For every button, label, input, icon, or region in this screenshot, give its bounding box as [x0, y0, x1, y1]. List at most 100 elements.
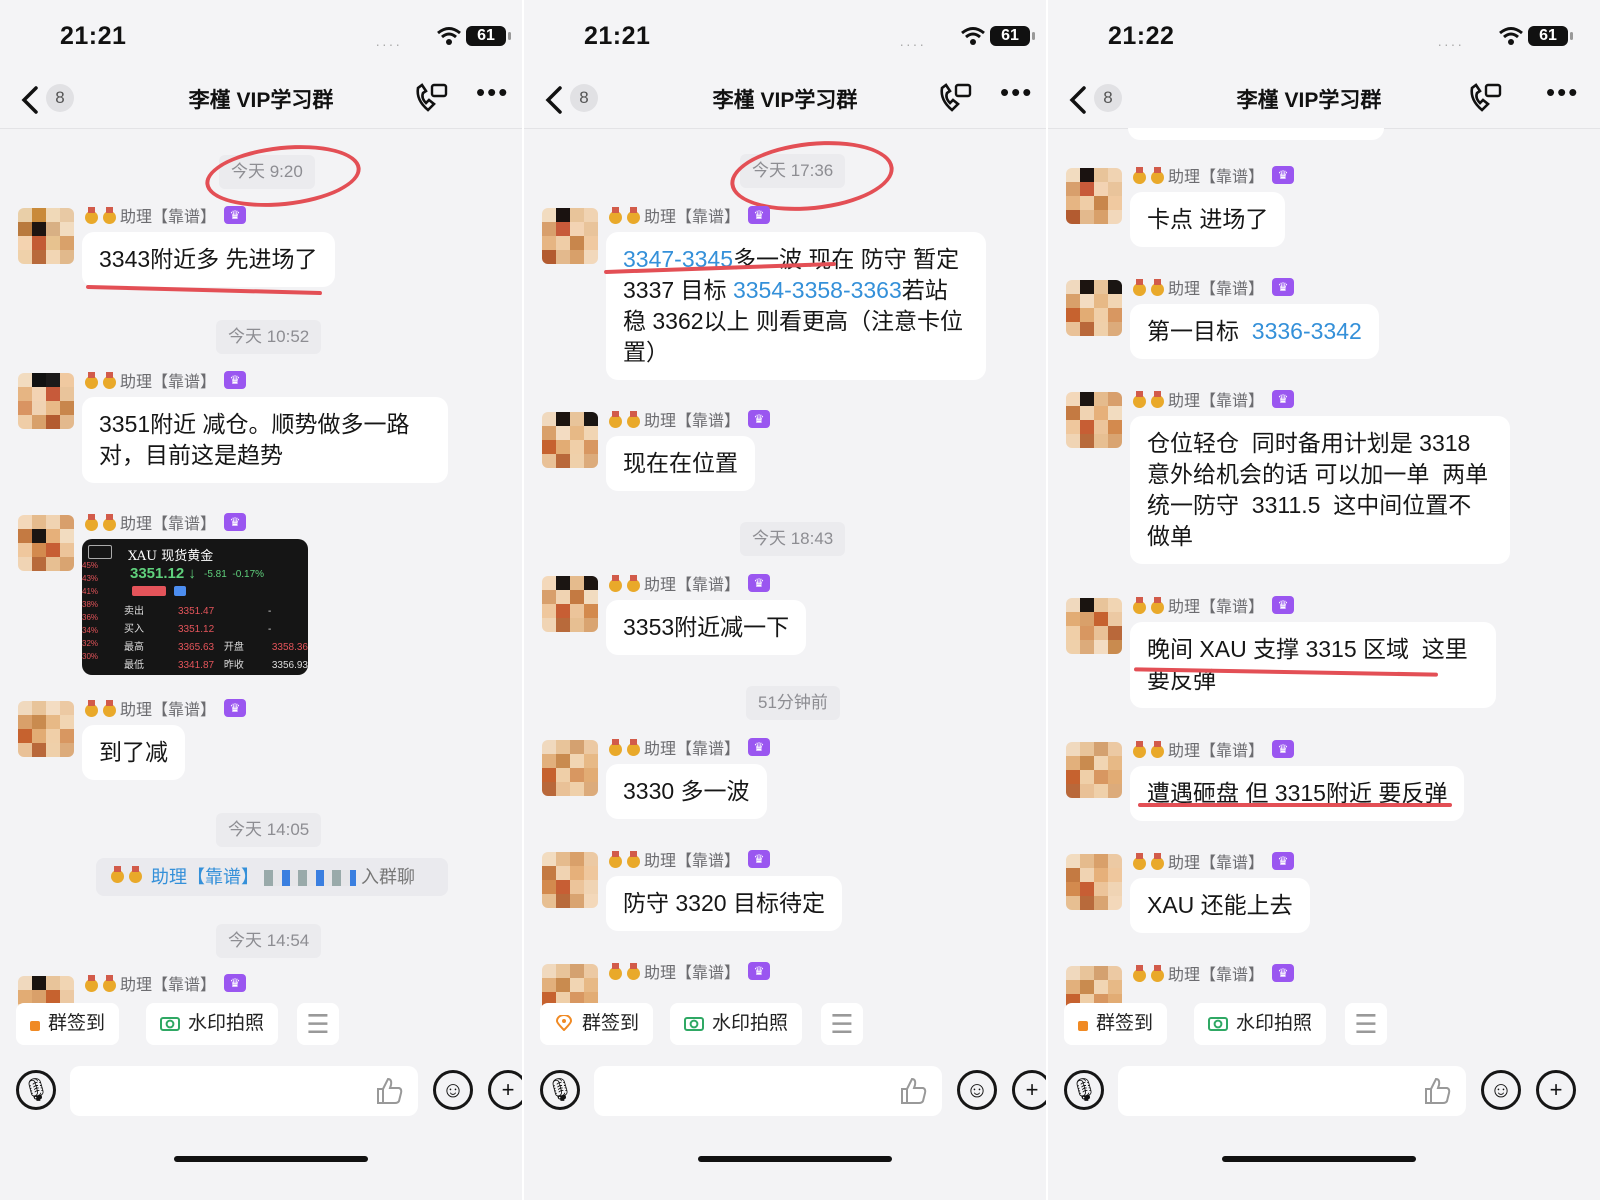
- avatar[interactable]: [542, 576, 598, 632]
- medal-icon: [1150, 166, 1165, 184]
- thumbs-up-icon[interactable]: [1422, 1076, 1452, 1106]
- medal-icon: [1132, 740, 1147, 758]
- avatar[interactable]: [18, 208, 74, 264]
- vip-crown-icon: ♛: [1272, 166, 1295, 184]
- quote-row-extra: 昨收: [223, 660, 244, 671]
- medal-icon: [1132, 166, 1147, 184]
- price-range-link[interactable]: 3354-3358-3363: [733, 277, 902, 303]
- quote-price-value: 3351.12: [130, 565, 185, 582]
- emoji-icon[interactable]: ☺: [433, 1070, 473, 1110]
- message-bubble[interactable]: 仓位轻仓 同时备用计划是 3318 意外给机会的话 可以加一单 两单 统一防守 …: [1130, 416, 1510, 564]
- sender-name: 助理【靠谱】 ♛: [84, 202, 247, 228]
- message-input[interactable]: [1118, 1066, 1466, 1116]
- avatar[interactable]: [1066, 742, 1122, 798]
- sender-name: 助理【靠谱】 ♛: [608, 406, 771, 432]
- message-input[interactable]: [70, 1066, 418, 1116]
- avatar[interactable]: [1066, 392, 1122, 448]
- group-checkin-button[interactable]: 群签到: [16, 1003, 120, 1045]
- cellular-signal-icon: ····: [899, 36, 926, 52]
- quick-action-bar: 群签到 水印拍照 ☰: [524, 995, 1046, 1053]
- avatar[interactable]: [1066, 280, 1122, 336]
- join-notice-sender[interactable]: 助理【靠谱】: [151, 867, 259, 887]
- medal-icon: [102, 206, 117, 224]
- medal-icon: [102, 513, 117, 531]
- more-quick-actions-button[interactable]: ☰: [1345, 1003, 1387, 1045]
- medal-icon: [1150, 278, 1165, 296]
- message-bubble[interactable]: 防守 3320 目标待定: [606, 876, 842, 931]
- message-bubble[interactable]: 晚间 XAU 支撑 3315 区域 这里要反弹: [1130, 622, 1496, 708]
- group-call-icon[interactable]: [936, 80, 974, 116]
- medal-icon: [626, 738, 641, 756]
- more-quick-actions-button[interactable]: ☰: [297, 1003, 339, 1045]
- watermark-photo-button[interactable]: 水印拍照: [1194, 1003, 1327, 1045]
- gold-quote-screenshot-image[interactable]: 45% 43% 41% 38% 36% 34% 32% 30% XAU 现货黄金…: [82, 539, 308, 675]
- vip-crown-icon: ♛: [224, 371, 247, 389]
- watermark-photo-button[interactable]: 水印拍照: [146, 1003, 279, 1045]
- avatar[interactable]: [542, 208, 598, 264]
- medal-icon: [626, 410, 641, 428]
- avatar[interactable]: [542, 852, 598, 908]
- more-options-icon[interactable]: •••: [1000, 79, 1038, 110]
- emoji-icon[interactable]: ☺: [957, 1070, 997, 1110]
- more-quick-actions-button[interactable]: ☰: [821, 1003, 863, 1045]
- avatar[interactable]: [18, 701, 74, 757]
- group-checkin-button[interactable]: 群签到: [1064, 1003, 1168, 1045]
- voice-input-icon[interactable]: 🎙: [1064, 1070, 1104, 1110]
- group-call-icon[interactable]: [412, 80, 450, 116]
- message-list[interactable]: 助理【靠谱】 ♛ 卡点 进场了 助理【靠谱】 ♛ 第一目标 3336-3342 助理…: [1048, 128, 1600, 1008]
- watermark-photo-button[interactable]: 水印拍照: [670, 1003, 803, 1045]
- message-bubble[interactable]: 3351附近 减仓。顺势做多一路对，目前这是趋势: [82, 397, 448, 483]
- message-bubble[interactable]: 3353附近减一下: [606, 600, 807, 655]
- message-bubble[interactable]: 3343附近多 先进场了: [82, 232, 335, 287]
- pixelated-name-icon: [264, 870, 357, 886]
- voice-input-icon[interactable]: 🎙: [16, 1070, 56, 1110]
- message-bubble[interactable]: 3347-3345多一波 现在 防守 暂定3337 目标 3354-3358-3…: [606, 232, 986, 380]
- emoji-icon[interactable]: ☺: [1481, 1070, 1521, 1110]
- vip-crown-icon: ♛: [748, 962, 771, 980]
- voice-input-icon[interactable]: 🎙: [540, 1070, 580, 1110]
- message-bubble[interactable]: XAU 还能上去: [1130, 878, 1310, 933]
- phone-screen-2: 21:21 ···· 61 8 李槿 VIP学习群 ••• 今天 17:36 助…: [524, 0, 1046, 1200]
- chat-navbar: 8 李槿 VIP学习群 •••: [524, 72, 1046, 129]
- avatar[interactable]: [542, 412, 598, 468]
- medal-icon: [84, 513, 99, 531]
- message-list[interactable]: 今天 17:36 助理【靠谱】 ♛ 3347-3345多一波 现在 防守 暂定33…: [524, 128, 1046, 1008]
- avatar[interactable]: [18, 373, 74, 429]
- group-call-icon[interactable]: [1466, 80, 1504, 116]
- message-bubble[interactable]: 遭遇砸盘 但 3315附近 要反弹: [1130, 766, 1465, 821]
- side-percent-label: 36%: [82, 613, 99, 622]
- vip-crown-icon: ♛: [1272, 596, 1295, 614]
- add-attachment-icon[interactable]: +: [488, 1070, 522, 1110]
- join-notice-action: 入群聊: [361, 867, 416, 887]
- thumbs-up-icon[interactable]: [898, 1076, 928, 1106]
- message-input[interactable]: [594, 1066, 942, 1116]
- message-bubble[interactable]: 第一目标 3336-3342: [1130, 304, 1379, 359]
- avatar[interactable]: [1066, 598, 1122, 654]
- quote-row: 买入 3351.12 -: [124, 621, 308, 639]
- avatar[interactable]: [1066, 168, 1122, 224]
- group-checkin-button[interactable]: 群签到: [540, 1003, 654, 1045]
- message-list[interactable]: 今天 9:20 助理【靠谱】 ♛ 3343附近多 先进场了 今天 10:52 助理…: [0, 128, 522, 1008]
- message-bubble[interactable]: 卡点 进场了: [1130, 192, 1286, 247]
- vip-crown-icon: ♛: [1272, 852, 1295, 870]
- quote-row-label: 最低: [124, 660, 144, 671]
- add-attachment-icon[interactable]: +: [1536, 1070, 1576, 1110]
- message-bubble[interactable]: 到了减: [82, 725, 185, 780]
- message-bubble[interactable]: 现在在位置: [606, 436, 755, 491]
- avatar[interactable]: [18, 515, 74, 571]
- price-range-link[interactable]: 3336-3342: [1252, 318, 1362, 344]
- thumbs-up-icon[interactable]: [374, 1076, 404, 1106]
- message-bubble[interactable]: 3330 多一波: [606, 764, 767, 819]
- menu-lines-icon: ☰: [830, 1009, 854, 1039]
- avatar[interactable]: [542, 740, 598, 796]
- sender-name: 助理【靠谱】 ♛: [1132, 960, 1295, 986]
- more-options-icon[interactable]: •••: [1546, 79, 1584, 110]
- medal-icon: [1150, 390, 1165, 408]
- add-attachment-icon[interactable]: +: [1012, 1070, 1046, 1110]
- avatar[interactable]: [1066, 854, 1122, 910]
- more-options-icon[interactable]: •••: [476, 79, 514, 110]
- red-underline-annotation: [1138, 803, 1452, 807]
- sender-name: 助理【靠谱】 ♛: [1132, 386, 1295, 412]
- sender-name: 助理【靠谱】 ♛: [1132, 848, 1295, 874]
- side-percent-label: 41%: [82, 587, 99, 596]
